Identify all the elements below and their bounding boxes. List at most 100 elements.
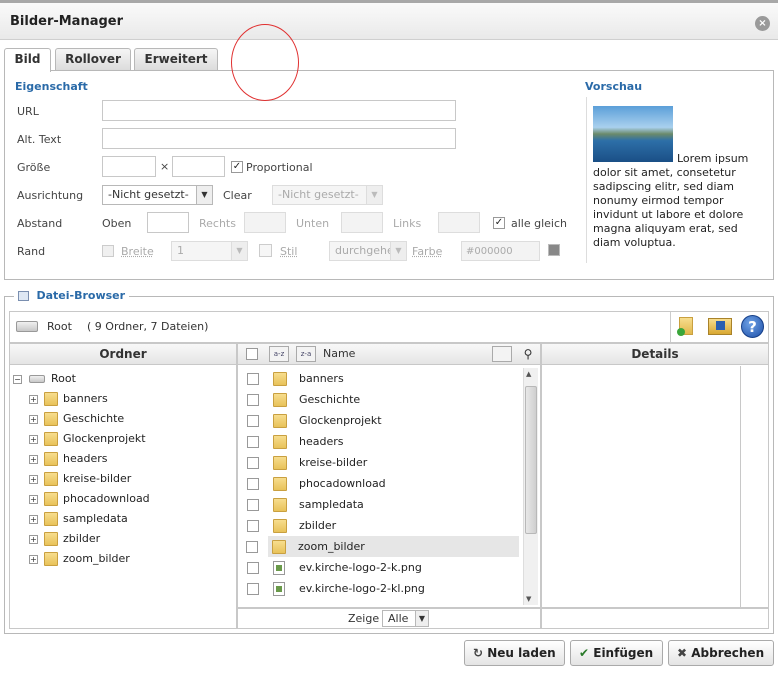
folder-icon [44,552,58,566]
scrollbar-thumb[interactable] [525,386,537,534]
check-icon: ✔ [579,646,590,660]
all-same-checkbox[interactable]: ✓ [493,217,505,229]
drive-icon [16,321,38,332]
expand-icon[interactable]: + [29,534,38,544]
right-label: Rechts [199,217,236,230]
details-divider [740,366,741,607]
tab-rollover[interactable]: Rollover [55,48,131,70]
top-input[interactable] [147,212,189,233]
file-row[interactable]: kreise-bilder [238,452,520,473]
show-label: Zeige [348,612,380,625]
tree-item[interactable]: + banners [29,389,108,409]
border-label: Rand [17,245,46,258]
file-row[interactable]: headers [238,431,520,452]
tab-bild[interactable]: Bild [4,48,51,72]
folder-icon [44,412,58,426]
width-input[interactable] [102,156,156,177]
clear-label: Clear [223,189,252,202]
file-row[interactable]: ev.kirche-logo-2-kl.png [238,578,520,599]
insert-button[interactable]: ✔ Einfügen [570,640,663,666]
clear-select[interactable]: -Nicht gesetzt- ▼ [272,185,383,205]
border-checkbox[interactable] [102,245,114,257]
file-row[interactable]: ev.kirche-logo-2-k.png [238,557,520,578]
folder-icon [273,456,287,470]
expand-icon[interactable]: + [29,494,38,504]
file-checkbox[interactable] [246,541,258,553]
sort-desc-icon[interactable]: z-a [296,346,316,362]
border-width-select[interactable]: 1 ▼ [171,241,248,261]
file-row[interactable]: phocadownload [238,473,520,494]
cancel-button[interactable]: ✖ Abbrechen [668,640,774,666]
close-icon[interactable]: × [755,16,770,31]
file-checkbox[interactable] [247,583,259,595]
tree-item[interactable]: + headers [29,449,107,469]
file-name: ev.kirche-logo-2-k.png [299,561,422,574]
file-row[interactable]: zoom_bilder [246,536,519,557]
file-checkbox[interactable] [247,457,259,469]
file-scrollbar[interactable]: ▲ ▼ [523,368,538,605]
color-picker-icon[interactable] [548,244,560,256]
folder-icon [273,393,287,407]
file-checkbox[interactable] [247,394,259,406]
file-row[interactable]: Geschichte [238,389,520,410]
width-label: Breite [121,245,154,258]
tree-item[interactable]: + zbilder [29,529,100,549]
align-select[interactable]: -Nicht gesetzt- ▼ [102,185,213,205]
binoculars-icon[interactable]: ⚲ [519,346,537,362]
height-input[interactable] [172,156,225,177]
name-column-header[interactable]: Name [323,347,355,360]
expand-icon[interactable]: + [29,414,38,424]
expand-icon[interactable]: + [29,474,38,484]
reload-button[interactable]: ↻ Neu laden [464,640,565,666]
new-folder-icon[interactable] [677,315,697,337]
file-checkbox[interactable] [247,478,259,490]
alt-input[interactable] [102,128,456,149]
alt-label: Alt. Text [17,133,62,146]
folder-icon [44,472,58,486]
file-name: Glockenprojekt [299,414,382,427]
bottom-input[interactable] [341,212,383,233]
expand-icon[interactable]: + [29,434,38,444]
proportional-checkbox[interactable]: ✓ [231,161,243,173]
bottom-label: Unten [296,217,330,230]
color-input[interactable]: #000000 [461,241,540,261]
upload-icon[interactable] [708,318,732,335]
tree-item[interactable]: + kreise-bilder [29,469,131,489]
expand-icon[interactable]: + [29,554,38,564]
file-checkbox[interactable] [247,436,259,448]
file-row[interactable]: zbilder [238,515,520,536]
tree-item[interactable]: + phocadownload [29,489,150,509]
file-checkbox[interactable] [247,415,259,427]
file-checkbox[interactable] [247,499,259,511]
border-style-select[interactable]: durchgehe ▼ [329,241,407,261]
preview-divider [586,97,587,263]
right-input[interactable] [244,212,286,233]
tree-item[interactable]: + sampledata [29,509,128,529]
view-columns-icon[interactable] [492,346,512,362]
toolbar-divider [670,312,671,342]
select-all-checkbox[interactable] [246,348,258,360]
expand-icon[interactable]: + [29,514,38,524]
help-icon[interactable]: ? [741,315,764,338]
collapse-icon[interactable]: − [13,374,22,384]
root-path[interactable]: Root [47,320,72,333]
tree-item[interactable]: + Geschichte [29,409,124,429]
file-row[interactable]: banners [238,368,520,389]
tab-erweitert[interactable]: Erweitert [134,48,218,70]
url-input[interactable] [102,100,456,121]
expand-icon[interactable]: + [29,454,38,464]
folder-icon [273,435,287,449]
tree-root[interactable]: − Root [13,369,76,389]
file-checkbox[interactable] [247,373,259,385]
file-name: ev.kirche-logo-2-kl.png [299,582,425,595]
left-input[interactable] [438,212,480,233]
file-row[interactable]: sampledata [238,494,520,515]
file-row[interactable]: Glockenprojekt [238,410,520,431]
tree-item[interactable]: + Glockenprojekt [29,429,146,449]
sort-icon[interactable]: a-z [269,346,289,362]
show-select[interactable]: Alle ▼ [382,610,429,627]
expand-icon[interactable]: + [29,394,38,404]
file-checkbox[interactable] [247,562,259,574]
file-checkbox[interactable] [247,520,259,532]
tree-item[interactable]: + zoom_bilder [29,549,130,569]
